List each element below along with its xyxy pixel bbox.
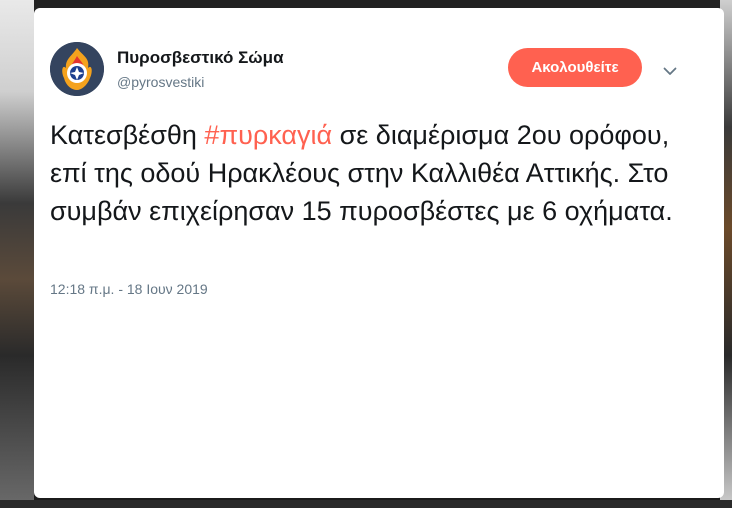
chevron-down-icon[interactable] — [662, 63, 678, 79]
tweet-timestamp[interactable]: 12:18 π.μ. - 18 Ιουν 2019 — [50, 281, 208, 297]
tweet-text-start: Κατεσβέσθη — [50, 120, 205, 150]
avatar[interactable] — [50, 42, 104, 96]
user-handle[interactable]: @pyrosvestiki — [117, 74, 204, 90]
background-page-left — [0, 0, 34, 508]
following-button[interactable]: Ακολουθείτε — [508, 48, 642, 87]
hashtag-link[interactable]: #πυρκαγιά — [204, 120, 332, 150]
tweet-card: Πυροσβεστικό Σώμα @pyrosvestiki Ακολουθε… — [34, 8, 724, 498]
background-page-bottom — [0, 500, 732, 508]
fire-service-emblem-icon — [50, 42, 104, 96]
tweet-text: Κατεσβέσθη #πυρκαγιά σε διαμέρισμα 2ου ο… — [50, 116, 700, 230]
display-name[interactable]: Πυροσβεστικό Σώμα — [117, 48, 284, 68]
